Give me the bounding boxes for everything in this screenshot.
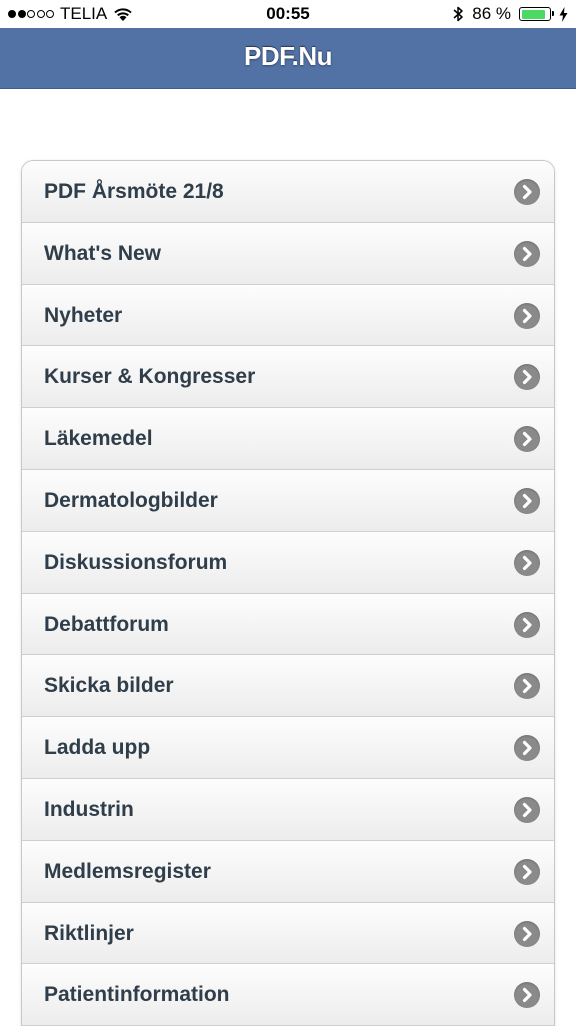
chevron-right-icon (514, 858, 540, 885)
status-right: 86 % (452, 4, 568, 24)
chevron-right-icon (514, 302, 540, 329)
chevron-right-icon (514, 549, 540, 576)
menu-item-pdf-arsmote-21-8[interactable]: PDF Årsmöte 21/8 (22, 161, 554, 223)
chevron-right-icon (514, 240, 540, 267)
menu-item-patientinformation[interactable]: Patientinformation (22, 964, 554, 1026)
menu-item-ladda-upp[interactable]: Ladda upp (22, 717, 554, 779)
menu-item-label: PDF Årsmöte 21/8 (44, 180, 224, 203)
charging-bolt-icon (559, 6, 568, 22)
chevron-right-icon (514, 796, 540, 823)
chevron-right-icon (514, 735, 540, 762)
menu-item-label: Diskussionsforum (44, 550, 228, 574)
menu-item-diskussionsforum[interactable]: Diskussionsforum (22, 531, 554, 594)
battery-level (521, 9, 545, 19)
menu-item-kurser-kongresser[interactable]: Kurser & Kongresser (22, 346, 554, 409)
chevron-right-icon (514, 179, 540, 205)
menu-item-label: Ladda upp (44, 736, 151, 760)
menu-item-skicka-bilder[interactable]: Skicka bilder (22, 655, 554, 718)
chevron-right-icon (514, 611, 540, 638)
battery-percent: 86 % (472, 4, 511, 23)
menu-item-label: Medlemsregister (44, 859, 211, 883)
chevron-right-icon (514, 487, 540, 514)
menu-item-label: Kurser & Kongresser (44, 365, 256, 389)
menu-item-label: Industrin (44, 797, 134, 821)
menu-item-label: Skicka bilder (44, 674, 174, 698)
menu-item-industrin[interactable]: Industrin (22, 778, 554, 841)
menu-item-medlemsregister[interactable]: Medlemsregister (22, 840, 554, 903)
status-bar: TELIA 00:55 86 % (0, 0, 576, 28)
menu-item-label: Debattforum (44, 612, 169, 636)
menu-item-label: Nyheter (44, 303, 123, 327)
chevron-right-icon (514, 920, 540, 947)
bluetooth-icon (453, 6, 463, 22)
menu-item-debattforum[interactable]: Debattforum (22, 593, 554, 656)
menu-item-nyheter[interactable]: Nyheter (22, 284, 554, 347)
menu-item-label: Läkemedel (44, 427, 153, 451)
menu-item-dermatologbilder[interactable]: Dermatologbilder (22, 469, 554, 532)
battery-icon (519, 7, 554, 21)
page-title: PDF.Nu (244, 41, 333, 71)
menu-item-label: What's New (44, 241, 162, 265)
menu-item-riktlinjer[interactable]: Riktlinjer (22, 902, 554, 965)
chevron-right-icon (514, 673, 540, 700)
chevron-right-icon (514, 982, 540, 1009)
chevron-right-icon (514, 364, 540, 391)
chevron-right-icon (514, 426, 540, 453)
navigation-bar: PDF.Nu (0, 28, 576, 89)
menu-item-label: Dermatologbilder (44, 488, 218, 512)
menu-item-lakemedel[interactable]: Läkemedel (22, 408, 554, 470)
menu-item-what-s-new[interactable]: What's New (22, 222, 554, 285)
main-menu-list: PDF Årsmöte 21/8 What's New Nyheter Kurser … (21, 160, 555, 1026)
menu-item-label: Riktlinjer (44, 921, 134, 945)
menu-item-label: Patientinformation (44, 983, 230, 1007)
